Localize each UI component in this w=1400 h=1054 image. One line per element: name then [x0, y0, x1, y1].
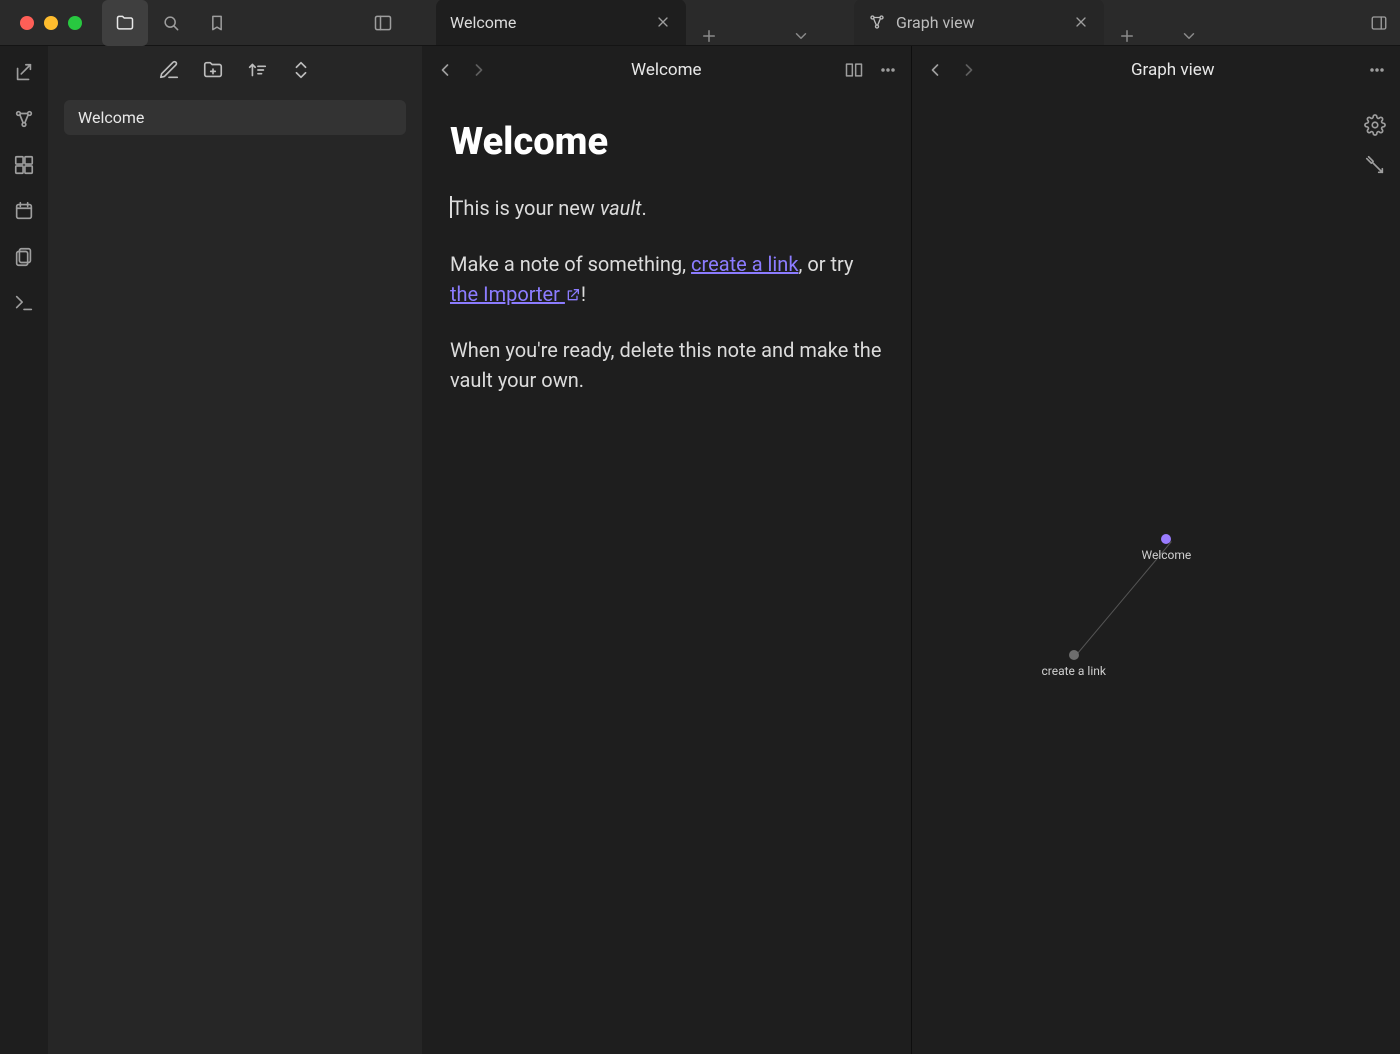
graph-filter-icon[interactable] — [1364, 154, 1386, 176]
graph-icon — [868, 13, 886, 31]
command-palette-icon[interactable] — [11, 290, 37, 316]
window-controls — [0, 0, 102, 45]
tab-welcome[interactable]: Welcome — [436, 0, 686, 45]
close-window-button[interactable] — [20, 16, 34, 30]
titlebar: Welcome Graph view — [0, 0, 1400, 46]
sidebar-tab-switcher — [102, 0, 240, 45]
tab-dropdown-icon[interactable] — [792, 27, 810, 45]
maximize-window-button[interactable] — [68, 16, 82, 30]
graph-node-label: Welcome — [1142, 548, 1192, 562]
graph-node-create-a-link[interactable]: create a link — [1042, 650, 1106, 678]
editor-content[interactable]: Welcome This is your new vault. Make a n… — [422, 94, 911, 441]
nav-back-icon[interactable] — [924, 59, 946, 81]
editor-pane: Welcome Welcome This is your new vault. … — [422, 46, 912, 1054]
tab-label: Welcome — [450, 13, 644, 32]
graph-node-welcome[interactable]: Welcome — [1142, 534, 1192, 562]
note-heading: Welcome — [450, 114, 883, 171]
reading-mode-icon[interactable] — [843, 59, 865, 81]
view-title[interactable]: Graph view — [980, 60, 1367, 80]
graph-node-label: create a link — [1042, 664, 1106, 678]
close-tab-icon[interactable] — [654, 13, 672, 31]
file-item-label: Welcome — [78, 108, 144, 127]
file-item-welcome[interactable]: Welcome — [64, 100, 406, 135]
tab-graph-view[interactable]: Graph view — [854, 0, 1104, 45]
files-sidebar-actions — [48, 46, 422, 94]
graph-view-icon[interactable] — [11, 106, 37, 132]
nav-back-icon[interactable] — [434, 59, 456, 81]
minimize-window-button[interactable] — [44, 16, 58, 30]
external-link-icon — [565, 281, 581, 297]
nav-forward-icon[interactable] — [958, 59, 980, 81]
link-the-importer[interactable]: the Importer — [450, 282, 581, 306]
new-tab-icon[interactable] — [1118, 27, 1136, 45]
new-folder-icon[interactable] — [202, 59, 224, 81]
tab-label: Graph view — [896, 13, 1062, 32]
daily-note-icon[interactable] — [11, 198, 37, 224]
more-options-icon[interactable] — [1366, 59, 1388, 81]
editor-header: Welcome — [422, 46, 911, 94]
paragraph-2: Make a note of something, create a link,… — [450, 249, 883, 309]
tab-group-left-controls — [686, 27, 824, 45]
graph-pane: Graph view Welcome — [912, 46, 1400, 1054]
new-tab-icon[interactable] — [700, 27, 718, 45]
search-icon[interactable] — [148, 0, 194, 46]
files-icon[interactable] — [102, 0, 148, 46]
view-title[interactable]: Welcome — [490, 60, 843, 80]
more-options-icon[interactable] — [877, 59, 899, 81]
tab-group-right: Graph view — [854, 0, 1212, 45]
paragraph-1: This is your new vault. — [450, 193, 883, 223]
graph-node-dot — [1069, 650, 1079, 660]
tab-dropdown-icon[interactable] — [1180, 27, 1198, 45]
link-create-a-link[interactable]: create a link — [691, 252, 798, 276]
sidebar-toggle-left-icon[interactable] — [360, 0, 406, 46]
graph-settings-icon[interactable] — [1364, 114, 1386, 136]
nav-forward-icon[interactable] — [468, 59, 490, 81]
file-tree: Welcome — [48, 94, 422, 141]
canvas-icon[interactable] — [11, 152, 37, 178]
templates-icon[interactable] — [11, 244, 37, 270]
graph-controls — [1364, 114, 1386, 176]
ribbon — [0, 46, 48, 1054]
files-sidebar: Welcome — [48, 46, 422, 1054]
paragraph-3: When you're ready, delete this note and … — [450, 335, 883, 395]
graph-header: Graph view — [912, 46, 1400, 94]
graph-node-dot — [1161, 534, 1171, 544]
graph-canvas[interactable]: Welcome create a link — [912, 94, 1400, 1054]
close-tab-icon[interactable] — [1072, 13, 1090, 31]
quick-switcher-icon[interactable] — [11, 60, 37, 86]
new-note-icon[interactable] — [158, 59, 180, 81]
sidebar-toggle-right-icon[interactable] — [1370, 14, 1388, 32]
tab-group-left: Welcome — [436, 0, 824, 45]
collapse-icon[interactable] — [290, 59, 312, 81]
sort-icon[interactable] — [246, 59, 268, 81]
bookmark-icon[interactable] — [194, 0, 240, 46]
tab-group-right-controls — [1104, 27, 1212, 45]
titlebar-right — [1370, 0, 1400, 45]
